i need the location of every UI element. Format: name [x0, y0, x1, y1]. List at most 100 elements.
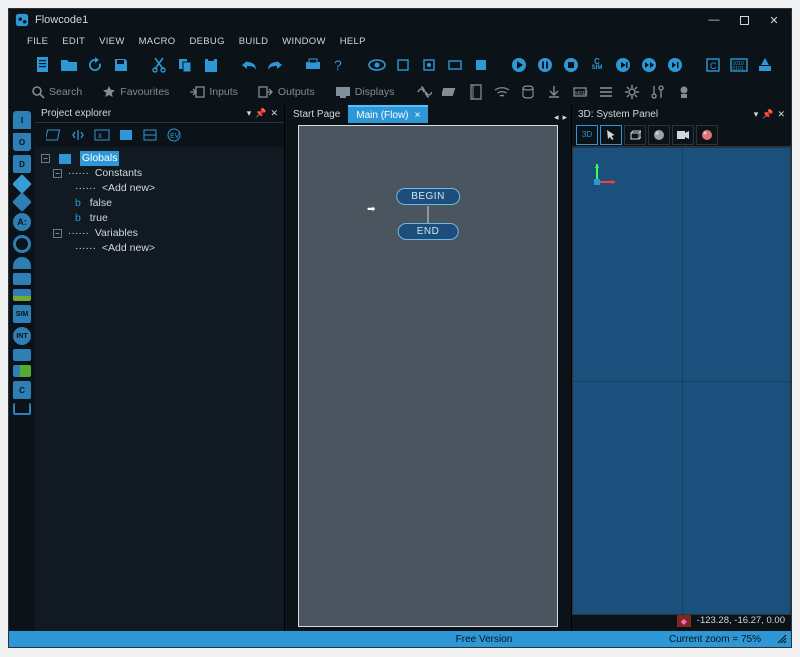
palette-connector-b-icon[interactable] [13, 235, 31, 253]
pe-type1-icon[interactable] [45, 127, 63, 143]
chip3-icon[interactable] [445, 55, 465, 75]
tree-add-constant[interactable]: ······ <Add new> [39, 181, 280, 196]
palette-c-icon[interactable]: C [13, 381, 31, 399]
pe-close-icon[interactable]: ✕ [270, 108, 278, 119]
favourites-group[interactable]: Favourites [102, 85, 169, 99]
minimize-button[interactable]: — [699, 9, 729, 31]
chip4-icon[interactable] [471, 55, 491, 75]
chip2-icon[interactable] [419, 55, 439, 75]
robot-icon[interactable] [674, 83, 694, 101]
palette-sim-icon[interactable]: SIM [13, 305, 31, 323]
p3-warning-icon[interactable]: ◆ [677, 615, 691, 627]
flow-end-node[interactable]: END [398, 223, 459, 240]
palette-comment-icon[interactable] [13, 403, 31, 415]
search-group[interactable]: Search [31, 85, 82, 99]
resize-grip-icon[interactable] [777, 634, 787, 644]
p3-render-tool[interactable] [696, 125, 718, 145]
sensor-icon[interactable] [414, 83, 434, 101]
pe-pin-icon[interactable]: 📌 [255, 108, 266, 119]
menu-view[interactable]: VIEW [99, 36, 124, 47]
tools-icon[interactable] [648, 83, 668, 101]
close-button[interactable]: ✕ [759, 9, 789, 31]
menu-macro[interactable]: MACRO [139, 36, 176, 47]
refresh-icon[interactable] [85, 55, 105, 75]
palette-macro-icon[interactable] [13, 273, 31, 285]
pe-type5-icon[interactable] [141, 127, 159, 143]
p3-3d-mode[interactable]: 3D [576, 125, 598, 145]
tree-root[interactable]: − Globals [39, 151, 280, 166]
step-over-icon[interactable] [639, 55, 659, 75]
flow-begin-node[interactable]: BEGIN [396, 188, 460, 205]
project-tree[interactable]: − Globals − ······ Constants ······ <Add… [35, 147, 284, 631]
tab-close-icon[interactable]: × [415, 110, 421, 121]
track-icon[interactable] [440, 83, 460, 101]
tree-const-true[interactable]: b true [39, 211, 280, 226]
cut-icon[interactable] [149, 55, 169, 75]
book-icon[interactable] [466, 83, 486, 101]
inputs-group[interactable]: Inputs [189, 86, 238, 98]
sim-icon[interactable]: CSIM [587, 55, 607, 75]
palette-delay-icon[interactable]: D [13, 155, 31, 173]
tab-main-flow[interactable]: Main (Flow)× [348, 105, 428, 123]
palette-int-icon[interactable]: INT [13, 327, 31, 345]
db-icon[interactable] [518, 83, 538, 101]
panel-3d-viewport[interactable] [572, 147, 791, 615]
palette-calc-icon[interactable] [13, 349, 31, 361]
pe-type6-icon[interactable]: EV [165, 127, 183, 143]
wifi-icon[interactable] [492, 83, 512, 101]
pe-type2-icon[interactable] [69, 127, 87, 143]
p3-camera-tool[interactable] [672, 125, 694, 145]
menu-build[interactable]: BUILD [239, 36, 268, 47]
palette-input-icon[interactable]: I [13, 111, 31, 129]
tree-const-false[interactable]: b false [39, 196, 280, 211]
palette-loop-icon[interactable] [13, 257, 31, 269]
tree-constants[interactable]: − ······ Constants [39, 166, 280, 181]
gear-icon[interactable] [622, 83, 642, 101]
undo-icon[interactable] [239, 55, 259, 75]
c-file-icon[interactable]: C [703, 55, 723, 75]
step-end-icon[interactable] [665, 55, 685, 75]
redo-icon[interactable] [265, 55, 285, 75]
download-icon[interactable] [544, 83, 564, 101]
p3-box-tool[interactable] [624, 125, 646, 145]
palette-output-icon[interactable]: O [13, 133, 31, 151]
tab-prev-icon[interactable]: ◂ [554, 112, 559, 123]
copy-icon[interactable] [175, 55, 195, 75]
displays-group[interactable]: Displays [335, 86, 395, 98]
outputs-group[interactable]: Outputs [258, 86, 315, 98]
pe-type3-icon[interactable]: x [93, 127, 111, 143]
step-into-icon[interactable] [613, 55, 633, 75]
p3-pin-icon[interactable]: 📌 [762, 109, 773, 120]
menu-help[interactable]: HELP [340, 36, 366, 47]
component-icon[interactable]: MREC [570, 83, 590, 101]
hex-file-icon[interactable]: 10100101 [729, 55, 749, 75]
help-icon[interactable]: ? [329, 55, 349, 75]
pause-icon[interactable] [535, 55, 555, 75]
tree-add-variable[interactable]: ······ <Add new> [39, 241, 280, 256]
stop-icon[interactable] [561, 55, 581, 75]
tab-next-icon[interactable]: ▸ [562, 112, 567, 123]
paste-icon[interactable] [201, 55, 221, 75]
palette-string-icon[interactable] [13, 365, 31, 377]
menu-file[interactable]: FILE [27, 36, 48, 47]
play-icon[interactable] [509, 55, 529, 75]
flow-canvas[interactable]: BEGIN END ➡ [285, 123, 571, 631]
list-icon[interactable] [596, 83, 616, 101]
chip1-icon[interactable] [393, 55, 413, 75]
eye-icon[interactable] [367, 55, 387, 75]
p3-dropdown-icon[interactable]: ▾ [754, 109, 759, 120]
menu-window[interactable]: WINDOW [282, 36, 325, 47]
pe-type4-icon[interactable] [117, 127, 135, 143]
menu-edit[interactable]: EDIT [62, 36, 85, 47]
print-icon[interactable] [303, 55, 323, 75]
palette-connector-a-icon[interactable]: A: [13, 213, 31, 231]
tab-start-page[interactable]: Start Page [285, 105, 348, 123]
palette-decision-icon[interactable] [12, 174, 32, 194]
tree-variables[interactable]: − ······ Variables [39, 226, 280, 241]
flash-icon[interactable] [755, 55, 775, 75]
p3-sphere-tool[interactable] [648, 125, 670, 145]
menu-debug[interactable]: DEBUG [189, 36, 224, 47]
p3-pointer-tool[interactable] [600, 125, 622, 145]
pe-dropdown-icon[interactable]: ▾ [247, 108, 252, 119]
palette-component-icon[interactable] [13, 289, 31, 301]
